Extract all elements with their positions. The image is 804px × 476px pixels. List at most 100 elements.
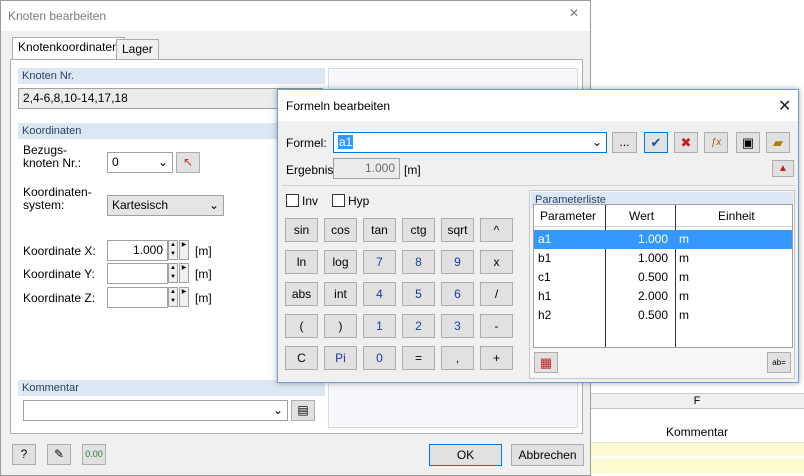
calc-key-0[interactable]: 0 [363, 346, 396, 370]
calc-key-multiply[interactable]: x [480, 250, 513, 274]
close-icon[interactable]: ✕ [569, 6, 579, 20]
help-icon[interactable]: ? [12, 444, 36, 465]
spinner-icon[interactable]: ▶ [179, 240, 189, 260]
calc-key-minus[interactable]: - [480, 314, 513, 338]
ergebnis-label: Ergebnis: [286, 163, 337, 177]
tab-lager[interactable]: Lager [116, 39, 159, 59]
calc-key-open-paren[interactable]: ( [285, 314, 318, 338]
calc-key-2[interactable]: 2 [402, 314, 435, 338]
table-header-row: Parameter Wert Einheit [534, 205, 792, 227]
spinner-icon[interactable]: ▲ ▼ [168, 240, 178, 260]
delete-icon[interactable]: ✖ [674, 132, 698, 153]
close-icon[interactable]: ✕ [778, 96, 791, 116]
chevron-down-icon: ⌄ [272, 403, 283, 417]
bezugsknoten-label: Bezugs- knoten Nr.: [23, 143, 82, 170]
inv-checkbox[interactable] [286, 194, 299, 207]
koordinate-x-input[interactable]: 1.000 [107, 240, 168, 261]
koordinate-x-label: Koordinate X: [23, 244, 96, 258]
bezugsknoten-select[interactable]: 0 ⌄ [107, 152, 173, 173]
calc-key-sin[interactable]: sin [285, 218, 318, 242]
table-row[interactable]: b1 1.000 m [534, 249, 792, 268]
hyp-label: Hyp [348, 194, 370, 208]
table-row[interactable]: a1 1.000 m [534, 230, 792, 249]
checkmark-icon[interactable]: ✔ [644, 132, 668, 153]
warning-icon[interactable]: ▲ [772, 160, 794, 177]
calc-key-3[interactable]: 3 [441, 314, 474, 338]
dialog-titlebar: Knoten bearbeiten ✕ [1, 1, 590, 31]
param-name: c1 [538, 270, 551, 284]
browse-button[interactable]: ... [612, 132, 637, 153]
param-value: 0.500 [637, 270, 668, 284]
divider [282, 185, 794, 186]
cancel-button[interactable]: Abbrechen [511, 444, 584, 466]
calc-key-power[interactable]: ^ [480, 218, 513, 242]
spinner-icon[interactable]: ▶ [179, 263, 189, 283]
kommentar-select[interactable]: ⌄ [23, 400, 288, 421]
calc-key-abs[interactable]: abs [285, 282, 318, 306]
table-row[interactable]: h2 0.500 m [534, 306, 792, 325]
param-name: h1 [538, 289, 552, 303]
calc-key-clear[interactable]: C [285, 346, 318, 370]
rename-parameter-icon[interactable]: ab= [767, 352, 791, 373]
calc-key-5[interactable]: 5 [402, 282, 435, 306]
calc-key-comma[interactable]: , [441, 346, 474, 370]
y-unit: [m] [195, 267, 212, 281]
koordinatensystem-select[interactable]: Kartesisch ⌄ [107, 195, 224, 216]
calc-key-plus[interactable]: + [480, 346, 513, 370]
save-icon[interactable]: ▣ [736, 132, 760, 153]
koordinate-z-input[interactable] [107, 287, 168, 308]
calc-key-ln[interactable]: ln [285, 250, 318, 274]
edit-icon[interactable]: ✎ [47, 444, 71, 465]
spinner-icon[interactable]: ▲ ▼ [168, 263, 178, 283]
param-value: 2.000 [637, 289, 668, 303]
ok-button[interactable]: OK [429, 444, 502, 466]
param-value: 0.500 [637, 308, 668, 322]
calc-key-ctg[interactable]: ctg [402, 218, 435, 242]
chevron-down-icon: ⌄ [208, 198, 219, 212]
param-name: b1 [538, 251, 552, 265]
calc-key-cos[interactable]: cos [324, 218, 357, 242]
dialog-title: Knoten bearbeiten [8, 9, 107, 23]
parameter-table: Parameter Wert Einheit a1 1.000 m b1 1.0… [533, 204, 793, 348]
calc-key-7[interactable]: 7 [363, 250, 396, 274]
new-parameter-icon[interactable]: ▦ [534, 352, 558, 373]
pick-node-icon[interactable]: ↖ [176, 152, 200, 173]
z-unit: [m] [195, 291, 212, 305]
param-value: 1.000 [637, 251, 668, 265]
calc-key-1[interactable]: 1 [363, 314, 396, 338]
calculator-keypad: sin cos tan ctg sqrt ^ ln log 7 8 9 x ab… [285, 218, 525, 378]
calc-key-int[interactable]: int [324, 282, 357, 306]
open-folder-icon[interactable]: ▰ [766, 132, 790, 153]
calc-key-equals[interactable]: = [402, 346, 435, 370]
column-header-kommentar: Kommentar [665, 425, 729, 439]
bezugsknoten-value: 0 [112, 155, 119, 169]
spinner-icon[interactable]: ▲ ▼ [168, 287, 178, 307]
unit-settings-icon[interactable]: 0.00 [82, 444, 106, 465]
tab-knotenkoordinaten[interactable]: Knotenkoordinaten [12, 37, 125, 60]
koordinate-y-label: Koordinate Y: [23, 267, 95, 281]
calc-key-divide[interactable]: / [480, 282, 513, 306]
formel-input[interactable]: a1 ⌄ [333, 132, 607, 153]
hyp-checkbox[interactable] [332, 194, 345, 207]
calc-key-4[interactable]: 4 [363, 282, 396, 306]
calc-key-log[interactable]: log [324, 250, 357, 274]
kommentar-library-icon[interactable]: ▤ [291, 400, 315, 421]
calc-key-close-paren[interactable]: ) [324, 314, 357, 338]
x-unit: [m] [195, 244, 212, 258]
calc-key-sqrt[interactable]: sqrt [441, 218, 474, 242]
spinner-icon[interactable]: ▶ [179, 287, 189, 307]
column-header-wert: Wert [629, 209, 655, 223]
calc-key-pi[interactable]: Pi [324, 346, 357, 370]
column-header-parameter: Parameter [540, 209, 597, 223]
dialog-title: Formeln bearbeiten [286, 99, 391, 113]
param-name: h2 [538, 308, 552, 322]
table-row[interactable]: h1 2.000 m [534, 287, 792, 306]
table-row[interactable]: c1 0.500 m [534, 268, 792, 287]
calc-key-8[interactable]: 8 [402, 250, 435, 274]
calc-key-6[interactable]: 6 [441, 282, 474, 306]
function-icon[interactable]: ƒx [704, 132, 728, 153]
calc-key-9[interactable]: 9 [441, 250, 474, 274]
koordinate-y-input[interactable] [107, 263, 168, 284]
param-unit: m [679, 232, 689, 246]
calc-key-tan[interactable]: tan [363, 218, 396, 242]
